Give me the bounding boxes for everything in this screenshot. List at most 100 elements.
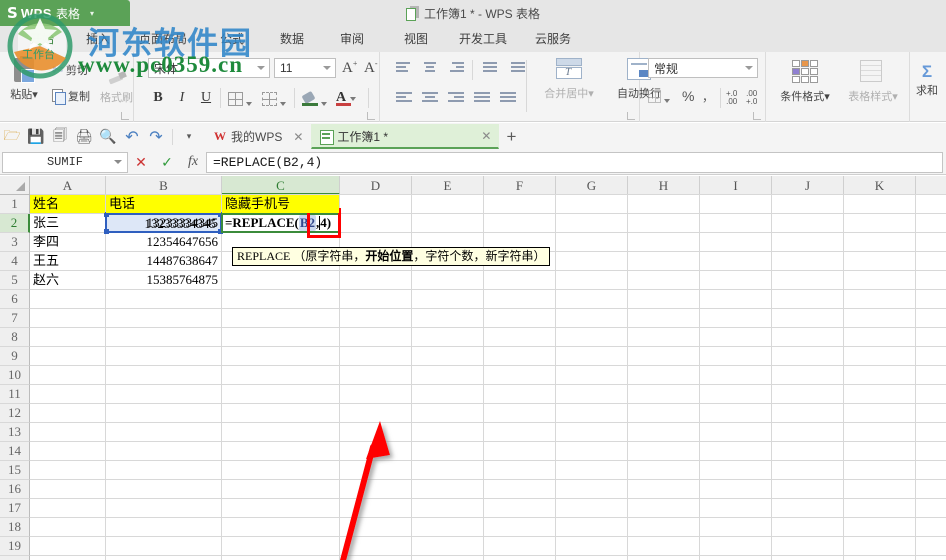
clipboard-dialog-launcher[interactable] — [121, 112, 129, 120]
copy-button[interactable]: 复制 — [52, 88, 90, 105]
row-header-17[interactable]: 17 — [0, 499, 30, 518]
row-header-13[interactable]: 13 — [0, 423, 30, 442]
chevron-down-icon[interactable] — [280, 102, 286, 106]
row-header-12[interactable]: 12 — [0, 404, 30, 423]
row-header-20[interactable]: 20 — [0, 556, 30, 560]
number-dialog-launcher[interactable] — [753, 112, 761, 120]
name-box[interactable]: SUMIF — [2, 151, 128, 173]
chevron-down-icon[interactable] — [246, 102, 252, 106]
cell-A2[interactable]: 张三 — [30, 214, 105, 232]
row-header-7[interactable]: 7 — [0, 309, 30, 328]
row-header-1[interactable]: 1 — [0, 195, 30, 214]
chevron-down-icon[interactable] — [321, 102, 327, 106]
align-left-button[interactable] — [396, 92, 413, 106]
save-as-icon[interactable]: 🗐 — [48, 125, 72, 149]
paste-button[interactable]: 粘贴▾ — [2, 54, 46, 116]
chevron-down-icon[interactable] — [745, 66, 753, 70]
percent-style-button[interactable]: % — [682, 88, 694, 104]
bold-button[interactable]: B — [150, 90, 166, 106]
row-header-6[interactable]: 6 — [0, 290, 30, 309]
cancel-formula-button[interactable]: ✕ — [128, 154, 154, 171]
autosum-button[interactable]: Σ 求和 — [916, 62, 938, 98]
undo-icon[interactable]: ↶ — [120, 125, 144, 149]
italic-button[interactable]: I — [174, 90, 190, 106]
redo-icon[interactable]: ↷ — [144, 125, 168, 149]
print-icon[interactable]: 🖨 — [72, 125, 96, 149]
conditional-format-button[interactable]: 条件格式▾ — [774, 60, 836, 104]
font-color-button[interactable]: A — [336, 90, 357, 106]
number-format-select[interactable]: 常规 — [648, 58, 758, 78]
cell-B4[interactable]: 14487638647 — [106, 252, 221, 270]
cell-B1[interactable]: 电话 — [106, 195, 221, 213]
cell-A4[interactable]: 王五 — [30, 252, 105, 270]
row-header-18[interactable]: 18 — [0, 518, 30, 537]
cell-B2[interactable]: 13233334345 — [106, 214, 221, 232]
table-caret-icon[interactable]: ▾ — [892, 91, 898, 103]
chevron-down-icon[interactable] — [664, 99, 670, 103]
chevron-down-icon[interactable] — [323, 66, 331, 70]
formula-input[interactable]: =REPLACE(B2,4) — [206, 151, 943, 173]
ribbon-tab-1[interactable]: 开始 — [18, 26, 66, 52]
chevron-down-icon[interactable] — [257, 66, 265, 70]
format-painter-button[interactable]: 格式刷 — [100, 70, 133, 105]
column-header-E[interactable]: E — [412, 176, 484, 195]
decrease-indent-button[interactable] — [480, 62, 497, 76]
alignment-dialog-launcher[interactable] — [627, 112, 635, 120]
cut-button[interactable]: ✄ 剪切 — [52, 62, 88, 78]
cell-A3[interactable]: 李四 — [30, 233, 105, 251]
cell-style-button[interactable] — [262, 92, 286, 109]
grow-font-button[interactable]: A+ — [342, 59, 357, 77]
align-justify-button[interactable] — [474, 92, 491, 106]
ribbon-tab-6[interactable]: 审阅 — [328, 26, 376, 52]
print-preview-icon[interactable]: 🔍 — [96, 125, 120, 149]
fill-color-button[interactable] — [302, 92, 327, 109]
paste-caret-icon[interactable]: ▾ — [32, 89, 38, 101]
column-header-A[interactable]: A — [30, 176, 106, 195]
row-header-3[interactable]: 3 — [0, 233, 30, 252]
shrink-font-button[interactable]: A- — [364, 59, 378, 77]
ribbon-tab-7[interactable]: 视图 — [392, 26, 440, 52]
increase-indent-button[interactable] — [508, 62, 525, 76]
column-header-blank[interactable] — [916, 176, 946, 195]
column-header-G[interactable]: G — [556, 176, 628, 195]
cell-A1[interactable]: 姓名 — [30, 195, 105, 213]
borders-button[interactable] — [228, 92, 252, 109]
customize-quick-access-caret-icon[interactable]: ▾ — [177, 125, 201, 149]
row-header-5[interactable]: 5 — [0, 271, 30, 290]
new-tab-button[interactable]: + — [499, 125, 523, 149]
open-icon[interactable]: 🗁 — [0, 125, 24, 149]
column-header-I[interactable]: I — [700, 176, 772, 195]
cells-area[interactable]: 13233334345 =REPLACE(B2, 4) REPLACE （原字符串… — [30, 194, 946, 560]
row-header-11[interactable]: 11 — [0, 385, 30, 404]
chevron-down-icon[interactable] — [350, 97, 357, 101]
table-style-button[interactable]: 表格样式▾ — [842, 60, 904, 104]
cell-B5[interactable]: 15385764875 — [106, 271, 221, 289]
select-all-corner[interactable] — [0, 176, 30, 195]
align-center-button[interactable] — [422, 92, 439, 106]
chevron-down-icon[interactable]: ▾ — [90, 9, 94, 18]
cell-B3[interactable]: 12354647656 — [106, 233, 221, 251]
ribbon-tab-9[interactable]: 云服务 — [524, 26, 582, 52]
column-header-F[interactable]: F — [484, 176, 556, 195]
font-dialog-launcher[interactable] — [367, 112, 375, 120]
align-bottom-button[interactable] — [448, 62, 465, 76]
ribbon-tab-2[interactable]: 插入 — [74, 26, 122, 52]
wps-brand-tab[interactable]: S WPS 表格 ▾ — [0, 0, 130, 26]
column-header-K[interactable]: K — [844, 176, 916, 195]
row-header-16[interactable]: 16 — [0, 480, 30, 499]
row-header-2[interactable]: 2 — [0, 214, 30, 233]
ribbon-tab-5[interactable]: 数据 — [268, 26, 316, 52]
row-header-8[interactable]: 8 — [0, 328, 30, 347]
underline-button[interactable]: U — [198, 90, 214, 106]
column-header-H[interactable]: H — [628, 176, 700, 195]
cell-A5[interactable]: 赵六 — [30, 271, 105, 289]
accounting-format-button[interactable] — [648, 90, 670, 106]
conditional-caret-icon[interactable]: ▾ — [824, 91, 830, 103]
align-middle-button[interactable] — [422, 62, 439, 76]
font-size-select[interactable]: 11 — [274, 58, 336, 78]
ribbon-tab-4[interactable]: 公式 — [208, 26, 256, 52]
increase-decimal-button[interactable]: +.0 .00 — [726, 90, 737, 106]
row-header-14[interactable]: 14 — [0, 442, 30, 461]
align-right-button[interactable] — [448, 92, 465, 106]
worksheet-grid[interactable]: ABCDEFGHIJK 1 2 3 4 5 6 7 8 9 10 11 12 13 14 15 16 17 18 1… — [0, 176, 946, 560]
